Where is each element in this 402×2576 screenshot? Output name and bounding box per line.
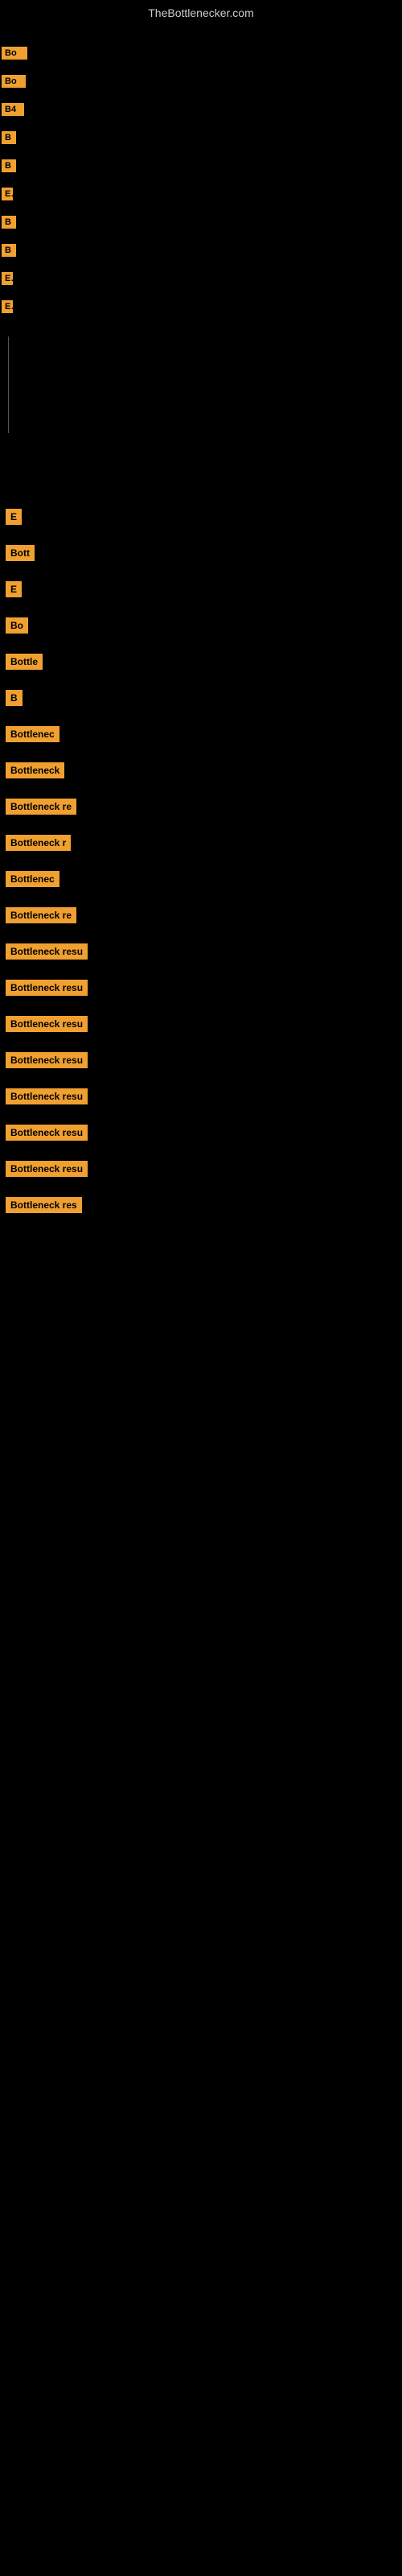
result-row-bottleneck: Bottleneck xyxy=(4,758,398,787)
result-row-bottleneck-resu5: Bottleneck resu xyxy=(4,1084,398,1113)
result-item-e: E xyxy=(6,509,22,525)
result-row-bottle: Bottle xyxy=(4,649,398,679)
result-item-bottleneck-resu4: Bottleneck resu xyxy=(6,1052,88,1068)
bar-3: B4 xyxy=(2,103,24,116)
result-item-bottleneck-r: Bottleneck r xyxy=(6,835,71,851)
result-row-bottleneck-resu6: Bottleneck resu xyxy=(4,1120,398,1150)
site-title: TheBottlenecker.com xyxy=(0,0,402,23)
bar-9: E xyxy=(2,272,13,285)
result-item-bottleneck: Bottleneck xyxy=(6,762,64,778)
result-row-bottleneck-resu2: Bottleneck resu xyxy=(4,975,398,1005)
result-row-bottleneck-resu1: Bottleneck resu xyxy=(4,939,398,968)
result-item-bottleneck-resu2: Bottleneck resu xyxy=(6,980,88,996)
result-row-bottleneck-re3: Bottleneck res xyxy=(4,1192,398,1222)
chart-area: Bo Bo B4 B B E B B E E xyxy=(0,23,402,489)
bar-4: B xyxy=(2,131,16,144)
result-row-bottleneck-resu3: Bottleneck resu xyxy=(4,1011,398,1041)
result-row-b: B xyxy=(4,685,398,715)
result-item-bottleneck-resu1: Bottleneck resu xyxy=(6,943,88,960)
result-row-bottleneck-r: Bottleneck r xyxy=(4,830,398,860)
result-row-bott: Bott xyxy=(4,540,398,570)
result-item-b: B xyxy=(6,690,23,706)
result-item-bottlenec: Bottlenec xyxy=(6,726,59,742)
result-item-bottle: Bottle xyxy=(6,654,43,670)
result-item-e2: E xyxy=(6,581,22,597)
result-row-bottleneck-resu7: Bottleneck resu xyxy=(4,1156,398,1186)
result-item-bottleneck-resu6: Bottleneck resu xyxy=(6,1125,88,1141)
result-item-bottleneck-resu3: Bottleneck resu xyxy=(6,1016,88,1032)
bar-10: E xyxy=(2,300,13,313)
bar-7: B xyxy=(2,216,16,229)
result-item-bo: Bo xyxy=(6,617,28,634)
result-row-bottlenec: Bottlenec xyxy=(4,721,398,751)
result-row-bottleneck-re2: Bottleneck re xyxy=(4,902,398,932)
result-item-bottleneck-re: Bottleneck re xyxy=(6,799,76,815)
result-item-bottleneck-re3: Bottleneck res xyxy=(6,1197,82,1213)
result-row-e: E xyxy=(4,504,398,534)
page-container: TheBottlenecker.com Bo Bo B4 B B E B B E… xyxy=(0,0,402,1232)
result-item-bottleneck-re2: Bottleneck re xyxy=(6,907,76,923)
bar-5: B xyxy=(2,159,16,172)
bar-6: E xyxy=(2,188,13,200)
chart-line-1 xyxy=(8,336,9,433)
results-section: E Bott E Bo Bottle B Bottlenec Bottlenec… xyxy=(0,489,402,1232)
result-row-bottleneck-re: Bottleneck re xyxy=(4,794,398,824)
result-row-e2: E xyxy=(4,576,398,606)
result-item-bottlenec2: Bottlenec xyxy=(6,871,59,887)
result-item-bottleneck-resu7: Bottleneck resu xyxy=(6,1161,88,1177)
result-row-bottleneck-resu4: Bottleneck resu xyxy=(4,1047,398,1077)
result-item-bott: Bott xyxy=(6,545,35,561)
bar-2: Bo xyxy=(2,75,26,88)
bar-8: B xyxy=(2,244,16,257)
result-row-bo: Bo xyxy=(4,613,398,642)
result-item-bottleneck-resu5: Bottleneck resu xyxy=(6,1088,88,1104)
bar-1: Bo xyxy=(2,47,27,60)
result-row-bottlenec2: Bottlenec xyxy=(4,866,398,896)
